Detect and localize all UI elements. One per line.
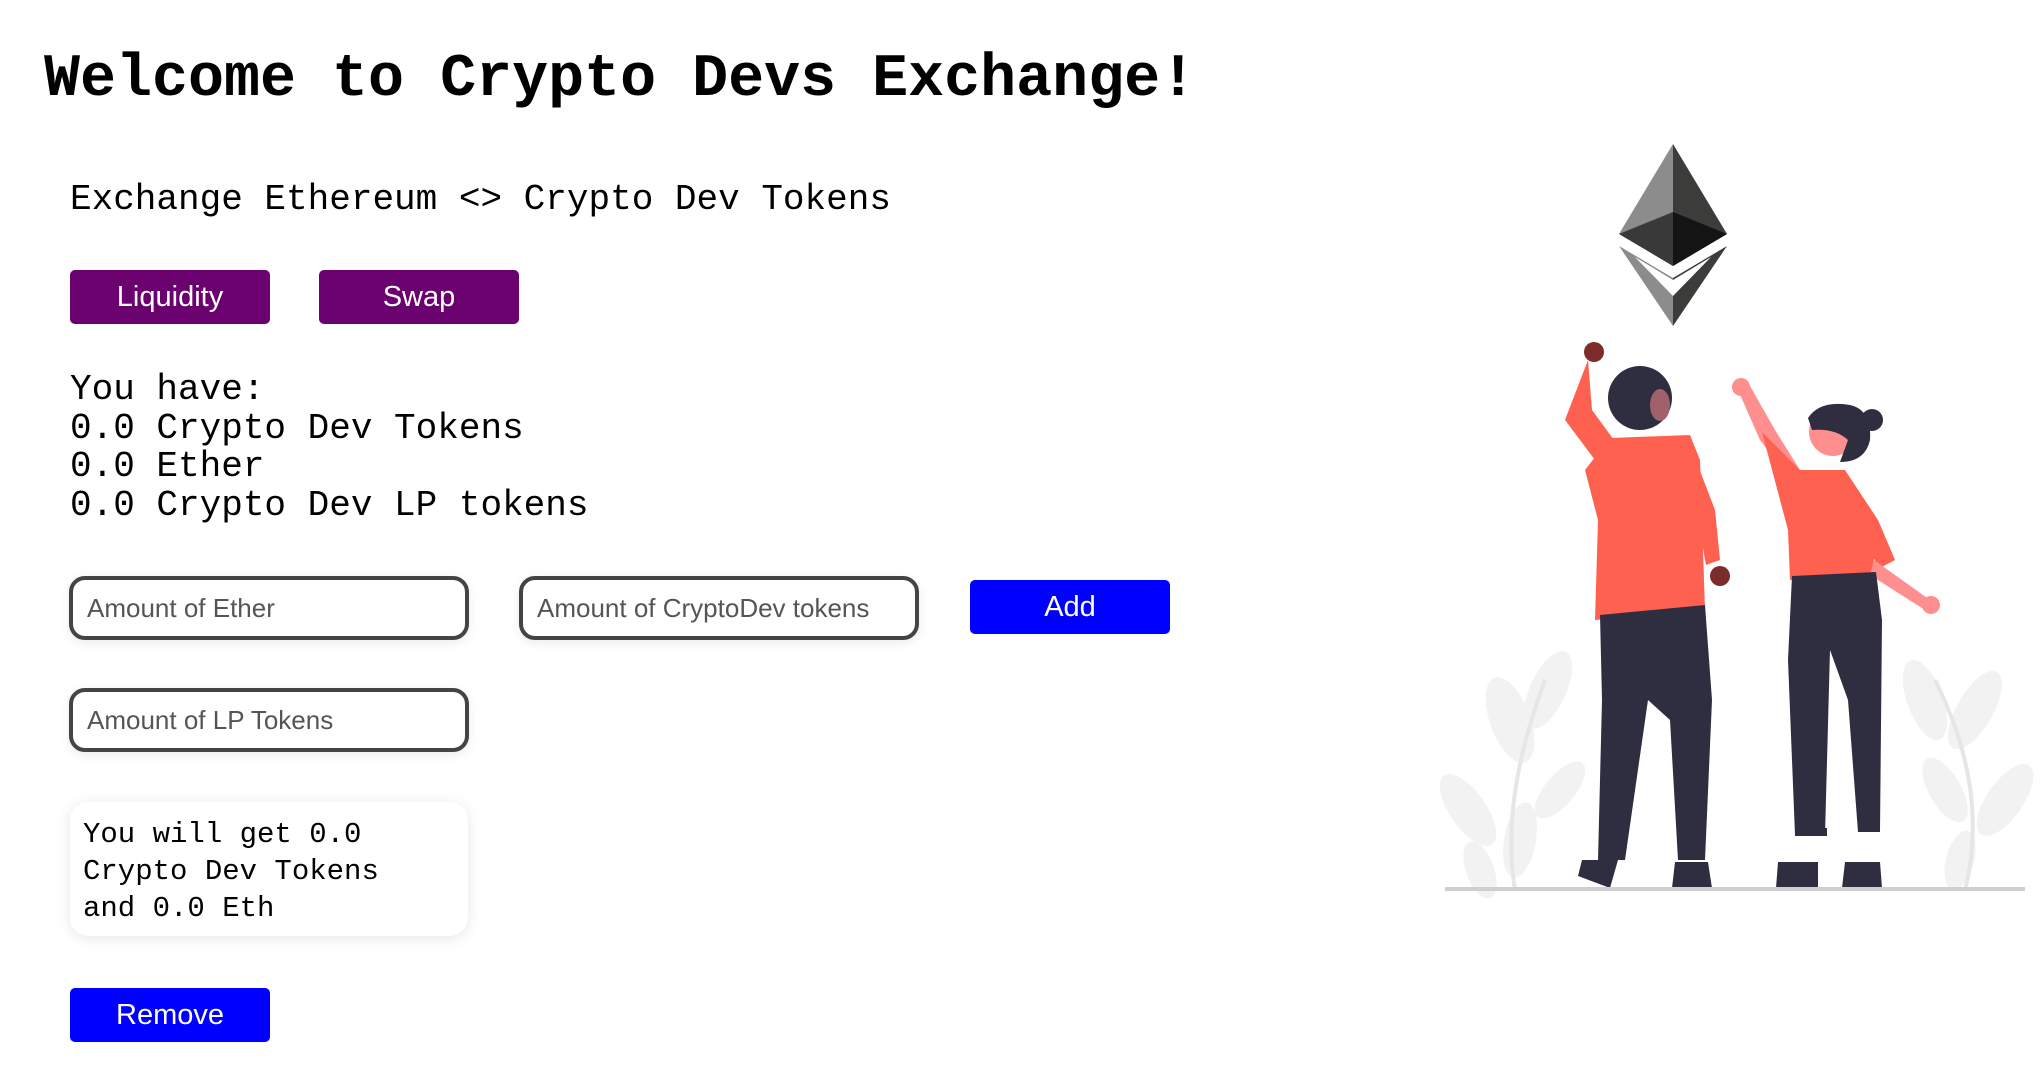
swap-tab-button[interactable]: Swap <box>319 270 519 324</box>
lp-token-amount-input[interactable] <box>69 688 469 752</box>
crypto-dev-token-balance: 0.0 Crypto Dev Tokens <box>70 407 524 449</box>
crypto-illustration <box>1440 144 2034 899</box>
man-figure <box>1565 342 1730 888</box>
ethereum-icon <box>1619 144 1727 326</box>
cryptodev-amount-input[interactable] <box>519 576 919 640</box>
lp-token-balance: 0.0 Crypto Dev LP tokens <box>70 484 589 526</box>
balances-heading: You have: <box>70 369 265 410</box>
balances-panel: You have: 0.0 Crypto Dev Tokens 0.0 Ethe… <box>70 369 589 526</box>
add-liquidity-button[interactable]: Add <box>970 580 1170 634</box>
estimate-line-2: Crypto Dev Tokens <box>83 855 379 888</box>
page-title: Welcome to Crypto Devs Exchange! <box>44 46 1197 114</box>
remove-liquidity-button[interactable]: Remove <box>70 988 270 1042</box>
remove-estimate-box: You will get 0.0 Crypto Dev Tokens and 0… <box>70 802 468 936</box>
estimate-line-1: You will get 0.0 <box>83 818 362 851</box>
ether-amount-input[interactable] <box>69 576 469 640</box>
estimate-line-3: and 0.0 Eth <box>83 892 275 925</box>
woman-figure <box>1732 378 1940 888</box>
liquidity-tab-button[interactable]: Liquidity <box>70 270 270 324</box>
ether-balance: 0.0 Ether <box>70 446 265 487</box>
page-subtitle: Exchange Ethereum <> Crypto Dev Tokens <box>70 179 891 220</box>
